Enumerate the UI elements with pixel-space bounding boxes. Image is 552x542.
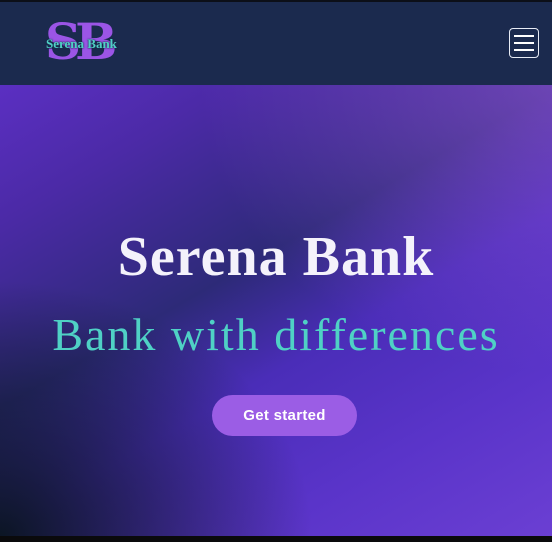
bottom-border	[0, 536, 552, 542]
hero-subtitle: Bank with differences	[52, 309, 500, 360]
navbar: SB Serena Bank	[0, 2, 552, 85]
hamburger-menu-icon-bar	[514, 42, 534, 44]
hamburger-menu-icon-bar	[514, 49, 534, 51]
brand-logo[interactable]: SB Serena Bank	[45, 12, 137, 71]
hamburger-menu-icon	[514, 35, 534, 37]
hero-section: Serena Bank Bank with differences Get st…	[0, 85, 552, 536]
menu-toggle-button[interactable]	[509, 28, 539, 58]
logo-brand-name: Serena Bank	[46, 36, 117, 51]
page: SB Serena Bank Serena Bank Bank with dif…	[0, 0, 552, 542]
get-started-button[interactable]: Get started	[212, 395, 357, 436]
hero-title: Serena Bank	[117, 226, 435, 288]
